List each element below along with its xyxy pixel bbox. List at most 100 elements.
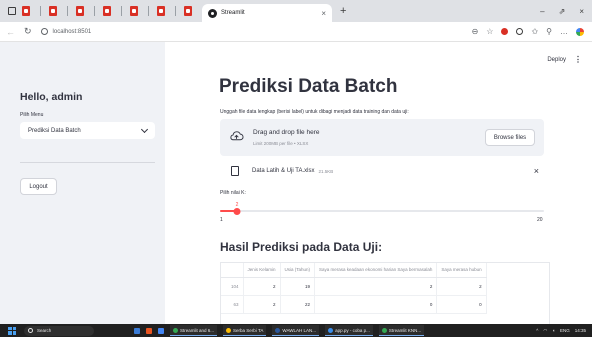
url-text: localhost:8501 <box>52 28 92 35</box>
remove-file-icon[interactable]: × <box>534 166 539 176</box>
pdf-tab-icon[interactable] <box>47 5 59 17</box>
taskbar-item[interactable]: WAWLAH LAN... <box>272 325 320 336</box>
pdf-tab-icon[interactable] <box>20 5 32 17</box>
vscode-icon <box>328 327 334 333</box>
extensions-icon[interactable]: ⚲ <box>546 27 552 36</box>
pdf-tab-icon[interactable] <box>101 5 113 17</box>
app-icon[interactable] <box>146 327 152 334</box>
pdf-tab-icon[interactable] <box>155 5 167 17</box>
site-info-icon[interactable] <box>40 28 48 35</box>
sidebar-greeting: Hello, admin <box>20 91 83 103</box>
tray-chevron-icon[interactable]: ^ <box>536 328 538 333</box>
table-header[interactable]: Saya merasa keadaan ekonomi harian Saya … <box>314 263 438 278</box>
favorites-icon[interactable]: ✩ <box>531 27 538 36</box>
results-table[interactable]: Jenis Kelamin Usia (Tahun) Saya merasa k… <box>220 262 550 324</box>
table-cell[interactable]: 0 <box>314 295 438 314</box>
extension-red-icon[interactable] <box>501 28 509 35</box>
table-header[interactable]: Usia (Tahun) <box>280 263 316 278</box>
sidebar: Hello, admin Pilih Menu Prediksi Data Ba… <box>0 42 165 324</box>
taskbar-search[interactable]: Search <box>24 325 94 336</box>
task-view-icon[interactable] <box>134 327 140 334</box>
file-dropzone[interactable]: Drag and drop file here Limit 200MB per … <box>220 119 544 156</box>
taskbar-apps: Streamlit and 6... Serba Serbi TA WAWLAH… <box>134 325 425 336</box>
table-row: 63 2 22 0 0 <box>221 295 487 314</box>
tab-title: Streamlit <box>221 10 245 16</box>
bookmark-star-icon[interactable]: ☆ <box>486 27 493 36</box>
search-icon <box>28 328 33 333</box>
k-slider-thumb[interactable] <box>233 207 241 215</box>
pdf-tab-icon[interactable] <box>74 5 86 17</box>
new-tab-button[interactable]: + <box>340 5 346 17</box>
profile-icon[interactable] <box>576 27 584 36</box>
table-cell[interactable]: 19 <box>280 277 316 296</box>
volume-icon[interactable]: ◖ <box>552 328 555 333</box>
back-arrow-icon[interactable]: ← <box>6 27 15 37</box>
table-cell[interactable]: 2 <box>314 277 438 296</box>
reload-icon[interactable]: ↻ <box>24 26 32 37</box>
tab-streamlit[interactable]: Streamlit × <box>202 4 332 22</box>
tray-clock[interactable]: 14:35 <box>575 328 586 333</box>
chrome-icon <box>381 327 387 333</box>
browse-files-button[interactable]: Browse files <box>485 129 535 146</box>
window-controls: – ⇗ × <box>540 7 584 16</box>
toolbar-icons: ⊖ ☆ ✩ ⚲ … <box>472 27 584 36</box>
sidebar-divider <box>20 162 155 163</box>
table-header[interactable]: Jenis Kelamin <box>243 263 281 278</box>
window-menu-icon[interactable] <box>8 7 16 15</box>
app-icon[interactable] <box>158 327 164 334</box>
os-taskbar: Search Streamlit and 6... Serba Serbi TA… <box>0 324 592 337</box>
taskbar-item[interactable]: Streamlit KNN... <box>378 325 425 336</box>
chevron-down-icon <box>140 125 149 133</box>
table-cell[interactable]: 0 <box>436 295 487 314</box>
pdf-tab-icon[interactable] <box>128 5 140 17</box>
wifi-icon[interactable]: ◠ <box>543 328 547 334</box>
logout-button[interactable]: Logout <box>20 178 57 195</box>
tab-separator <box>121 6 122 16</box>
taskbar-item[interactable]: app.py - coba p... <box>325 325 373 336</box>
tab-close-icon[interactable]: × <box>321 9 326 18</box>
system-tray: ^ ◠ ◖ ENG 14:35 <box>536 328 586 334</box>
file-size: 21.5KB <box>318 168 334 174</box>
row-index: 104 <box>221 277 244 296</box>
table-header-row: Jenis Kelamin Usia (Tahun) Saya merasa k… <box>221 263 487 278</box>
table-cell[interactable]: 2 <box>243 277 281 296</box>
table-header[interactable]: Saya merasa hubun <box>436 263 487 278</box>
address-bar: ← ↻ localhost:8501 ⊖ ☆ ✩ ⚲ … <box>0 22 592 42</box>
close-window-button[interactable]: × <box>579 7 584 16</box>
k-slider-label: Pilih nilai K: <box>220 190 246 196</box>
restore-button[interactable]: ⇗ <box>559 7 566 16</box>
table-cell[interactable]: 22 <box>280 295 316 314</box>
table-row: 104 2 19 2 2 <box>221 277 487 296</box>
menu-select[interactable]: Prediksi Data Batch <box>20 122 155 139</box>
zoom-icon[interactable]: ⊖ <box>472 27 479 36</box>
pdf-tab-icon[interactable] <box>182 5 194 17</box>
minimize-button[interactable]: – <box>540 7 544 16</box>
menu-select-value: Prediksi Data Batch <box>28 127 81 134</box>
tab-separator <box>40 6 41 16</box>
upload-label: Unggah file data lengkap (berisi label) … <box>220 109 409 115</box>
browser-tab-bar: Streamlit × + – ⇗ × <box>0 0 592 22</box>
taskbar-item[interactable]: Streamlit and 6... <box>170 325 218 336</box>
main-content[interactable]: Deploy ⋮ Prediksi Data Batch Unggah file… <box>165 42 592 324</box>
windows-start-icon[interactable] <box>8 326 16 335</box>
dropzone-title: Drag and drop file here <box>253 129 320 136</box>
page-title: Prediksi Data Batch <box>219 76 398 97</box>
dropzone-limit: Limit 200MB per file • XLSX <box>253 141 309 146</box>
table-cell[interactable]: 2 <box>436 277 487 296</box>
k-slider-max: 20 <box>537 217 543 223</box>
url-field[interactable]: localhost:8501 <box>40 28 472 35</box>
main-menu-icon[interactable]: ⋮ <box>574 55 582 64</box>
extension-dark-icon[interactable] <box>516 28 524 35</box>
tray-language[interactable]: ENG <box>560 328 570 333</box>
deploy-button[interactable]: Deploy <box>547 57 566 63</box>
k-slider[interactable]: 2 <box>220 202 544 215</box>
taskbar-item[interactable]: Serba Serbi TA <box>223 325 267 336</box>
k-slider-track[interactable] <box>220 210 544 212</box>
cloud-upload-icon <box>230 131 244 141</box>
results-heading: Hasil Prediksi pada Data Uji: <box>220 240 383 254</box>
word-icon <box>275 327 281 333</box>
tab-separator <box>67 6 68 16</box>
more-menu-icon[interactable]: … <box>560 27 568 36</box>
folder-icon <box>226 327 232 333</box>
table-cell[interactable]: 2 <box>243 295 281 314</box>
